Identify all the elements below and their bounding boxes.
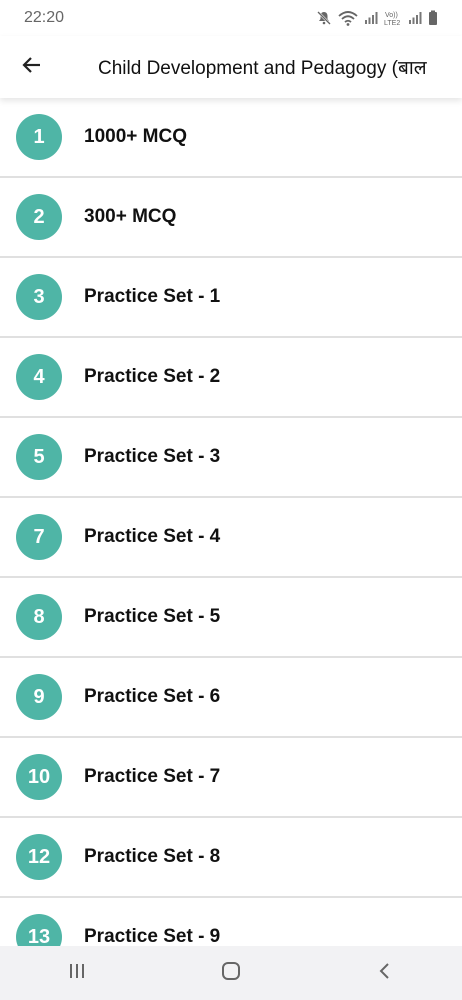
list-item[interactable]: 4 Practice Set - 2 — [0, 338, 462, 418]
item-label: Practice Set - 3 — [84, 446, 221, 467]
item-number-badge: 4 — [16, 354, 62, 400]
recent-apps-button[interactable] — [37, 946, 117, 1000]
svg-text:LTE2: LTE2 — [384, 20, 400, 26]
mute-icon — [316, 10, 332, 26]
system-nav-bar — [0, 946, 462, 1000]
list-item[interactable]: 8 Practice Set - 5 — [0, 578, 462, 658]
list-item[interactable]: 3 Practice Set - 1 — [0, 258, 462, 338]
signal-icon — [364, 11, 378, 25]
back-icon — [378, 961, 392, 986]
signal-icon-2 — [408, 11, 422, 25]
item-label: Practice Set - 2 — [84, 366, 221, 387]
wifi-icon — [338, 10, 358, 26]
arrow-left-icon — [21, 54, 43, 81]
back-button[interactable] — [0, 36, 64, 98]
list-item[interactable]: 9 Practice Set - 6 — [0, 658, 462, 738]
item-label: Practice Set - 9 — [84, 926, 221, 946]
item-number-badge: 8 — [16, 594, 62, 640]
screen: 22:20 Vo)) LTE2 Child Development and Pe… — [0, 0, 462, 1000]
item-number-badge: 1 — [16, 114, 62, 160]
status-icons: Vo)) LTE2 — [316, 10, 438, 26]
item-label: Practice Set - 6 — [84, 686, 221, 707]
item-number-badge: 5 — [16, 434, 62, 480]
practice-set-list: 1 1000+ MCQ 2 300+ MCQ 3 Practice Set - … — [0, 98, 462, 946]
list-item[interactable]: 7 Practice Set - 4 — [0, 498, 462, 578]
item-number-badge: 12 — [16, 834, 62, 880]
item-label: 1000+ MCQ — [84, 126, 187, 147]
list-item[interactable]: 12 Practice Set - 8 — [0, 818, 462, 898]
item-number-badge: 9 — [16, 674, 62, 720]
app-bar: Child Development and Pedagogy (बाल — [0, 36, 462, 98]
home-icon — [221, 961, 241, 986]
list-item[interactable]: 10 Practice Set - 7 — [0, 738, 462, 818]
item-number-badge: 3 — [16, 274, 62, 320]
list-item[interactable]: 2 300+ MCQ — [0, 178, 462, 258]
item-label: Practice Set - 5 — [84, 606, 221, 627]
item-number-badge: 7 — [16, 514, 62, 560]
battery-icon — [428, 10, 438, 26]
item-label: 300+ MCQ — [84, 206, 177, 227]
recent-apps-icon — [67, 962, 87, 985]
item-number-badge: 13 — [16, 914, 62, 946]
item-number-badge: 10 — [16, 754, 62, 800]
status-bar: 22:20 Vo)) LTE2 — [0, 0, 462, 36]
home-button[interactable] — [191, 946, 271, 1000]
status-time: 22:20 — [24, 9, 65, 26]
item-label: Practice Set - 7 — [84, 766, 221, 787]
item-number-badge: 2 — [16, 194, 62, 240]
volte-lte2-icon: Vo)) LTE2 — [384, 10, 402, 26]
item-label: Practice Set - 1 — [84, 286, 221, 307]
page-title: Child Development and Pedagogy (बाल — [98, 58, 427, 79]
list-item[interactable]: 5 Practice Set - 3 — [0, 418, 462, 498]
item-label: Practice Set - 4 — [84, 526, 221, 547]
item-label: Practice Set - 8 — [84, 846, 221, 867]
nav-back-button[interactable] — [345, 946, 425, 1000]
svg-text:Vo)): Vo)) — [385, 12, 398, 19]
list-item[interactable]: 1 1000+ MCQ — [0, 98, 462, 178]
list-item[interactable]: 13 Practice Set - 9 — [0, 898, 462, 946]
